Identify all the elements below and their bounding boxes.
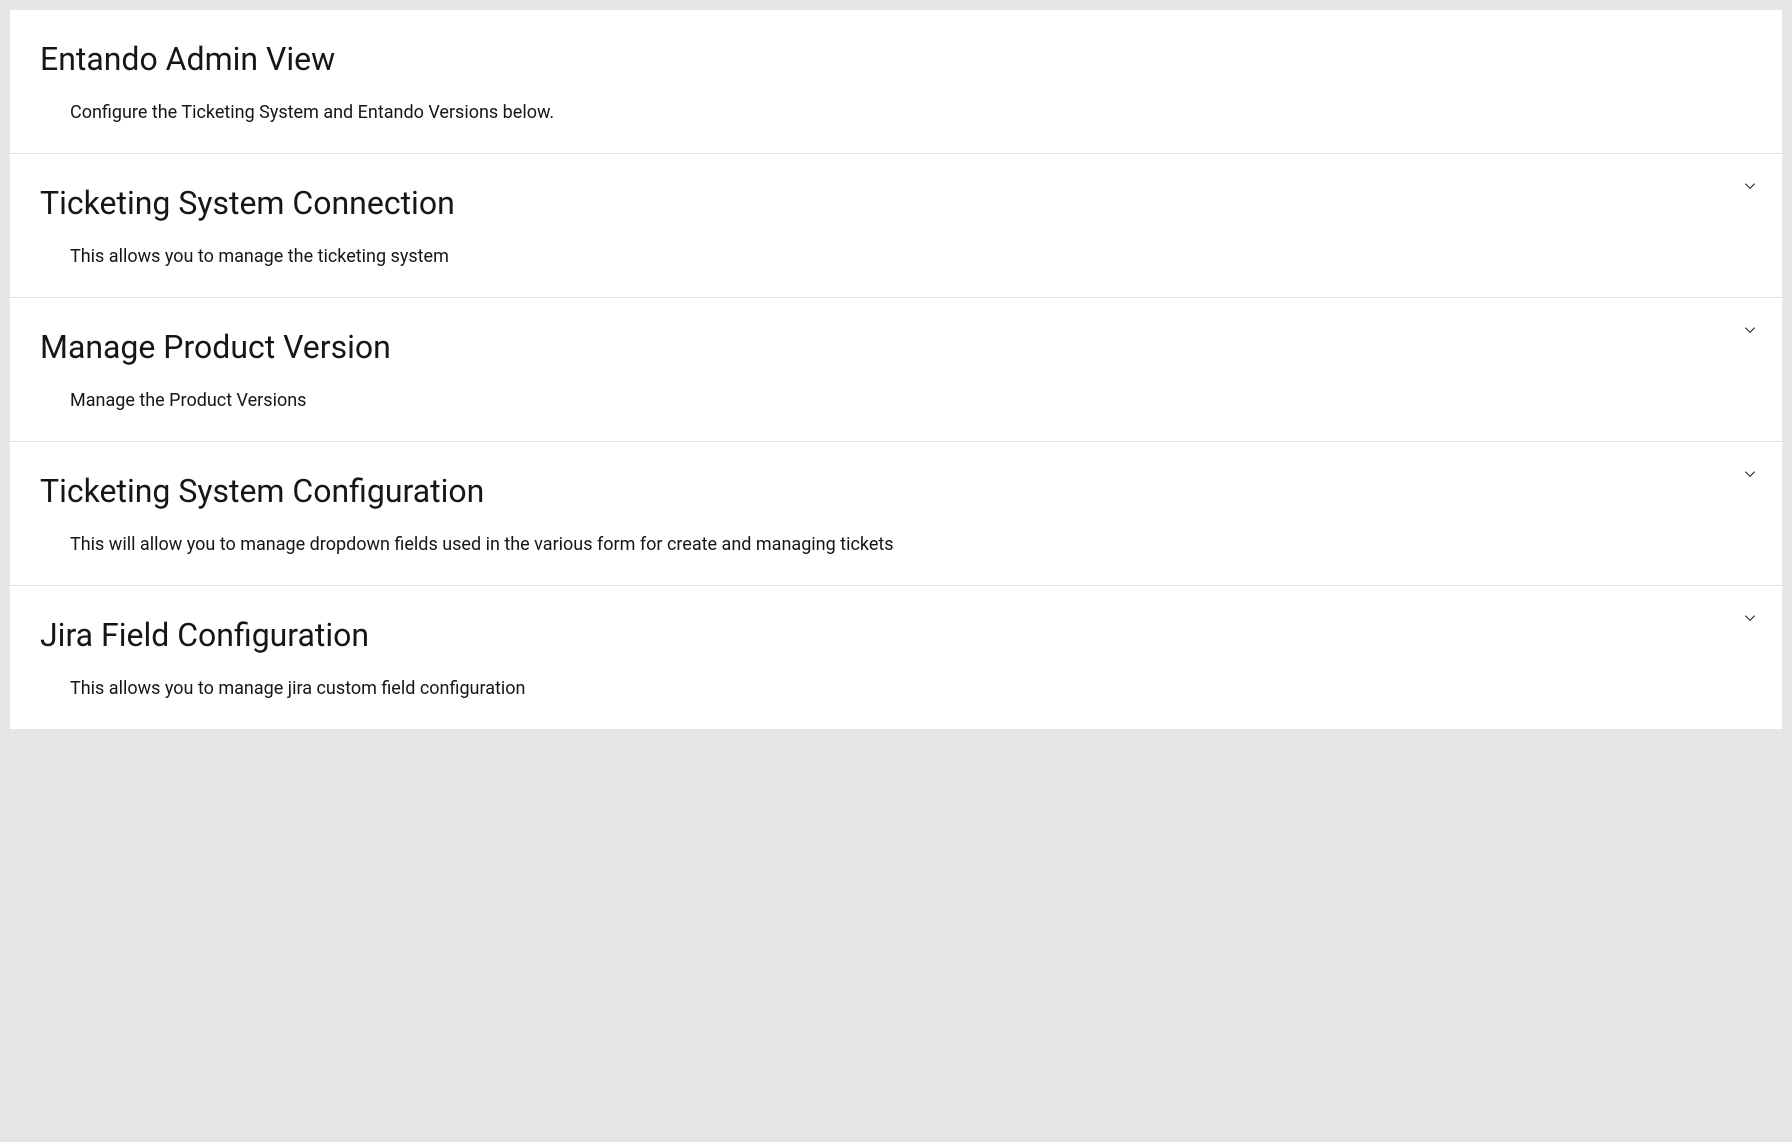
page-description: Configure the Ticketing System and Entan… <box>70 102 1752 123</box>
page-title: Entando Admin View <box>40 40 1752 78</box>
chevron-down-icon[interactable] <box>1742 610 1758 626</box>
chevron-down-icon[interactable] <box>1742 178 1758 194</box>
section-description: This allows you to manage the ticketing … <box>70 246 1752 267</box>
header-panel: Entando Admin View Configure the Ticketi… <box>10 10 1782 154</box>
chevron-down-icon[interactable] <box>1742 322 1758 338</box>
jira-field-configuration-panel[interactable]: Jira Field Configuration This allows you… <box>10 586 1782 729</box>
section-title: Manage Product Version <box>40 328 1752 366</box>
admin-view-container: Entando Admin View Configure the Ticketi… <box>10 10 1782 729</box>
ticketing-system-connection-panel[interactable]: Ticketing System Connection This allows … <box>10 154 1782 298</box>
section-title: Ticketing System Connection <box>40 184 1752 222</box>
ticketing-system-configuration-panel[interactable]: Ticketing System Configuration This will… <box>10 442 1782 586</box>
chevron-down-icon[interactable] <box>1742 466 1758 482</box>
section-description: Manage the Product Versions <box>70 390 1752 411</box>
section-title: Ticketing System Configuration <box>40 472 1752 510</box>
manage-product-version-panel[interactable]: Manage Product Version Manage the Produc… <box>10 298 1782 442</box>
section-description: This allows you to manage jira custom fi… <box>70 678 1752 699</box>
section-title: Jira Field Configuration <box>40 616 1752 654</box>
section-description: This will allow you to manage dropdown f… <box>70 534 1752 555</box>
